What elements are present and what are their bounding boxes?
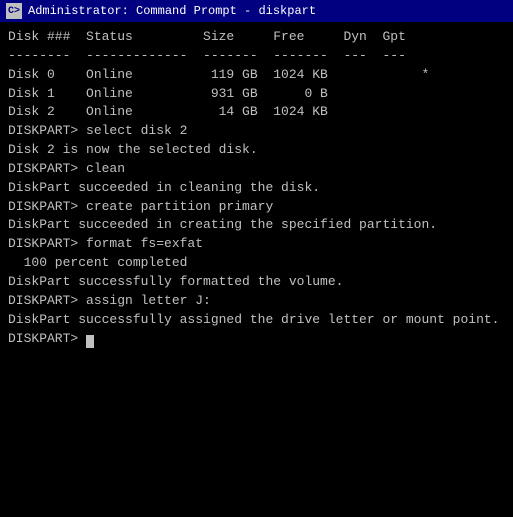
- console-line-disk0: Disk 0 Online 119 GB 1024 KB *: [8, 66, 505, 85]
- title-icon: C>: [6, 3, 22, 19]
- console-line-msg-selected: Disk 2 is now the selected disk.: [8, 141, 505, 160]
- console-line-msg-assign: DiskPart successfully assigned the drive…: [8, 311, 505, 330]
- console-line-disk-header-1: Disk ### Status Size Free Dyn Gpt: [8, 28, 505, 47]
- console-output: Disk ### Status Size Free Dyn Gpt-------…: [0, 22, 513, 354]
- console-line-msg-clean: DiskPart succeeded in cleaning the disk.: [8, 179, 505, 198]
- console-line-cmd-prompt: DISKPART>: [8, 330, 505, 349]
- console-line-cmd-select: DISKPART> select disk 2: [8, 122, 505, 141]
- console-line-disk2: Disk 2 Online 14 GB 1024 KB: [8, 103, 505, 122]
- console-line-disk1: Disk 1 Online 931 GB 0 B: [8, 85, 505, 104]
- console-line-msg-format-progress: 100 percent completed: [8, 254, 505, 273]
- title-bar: C> Administrator: Command Prompt - diskp…: [0, 0, 513, 22]
- console-line-cmd-clean: DISKPART> clean: [8, 160, 505, 179]
- console-line-cmd-assign: DISKPART> assign letter J:: [8, 292, 505, 311]
- console-line-msg-format-done: DiskPart successfully formatted the volu…: [8, 273, 505, 292]
- console-line-cmd-create: DISKPART> create partition primary: [8, 198, 505, 217]
- cursor: [86, 335, 94, 348]
- console-line-disk-header-2: -------- ------------- ------- ------- -…: [8, 47, 505, 66]
- title-text: Administrator: Command Prompt - diskpart: [28, 4, 316, 18]
- console-line-cmd-format: DISKPART> format fs=exfat: [8, 235, 505, 254]
- console-line-msg-create: DiskPart succeeded in creating the speci…: [8, 216, 505, 235]
